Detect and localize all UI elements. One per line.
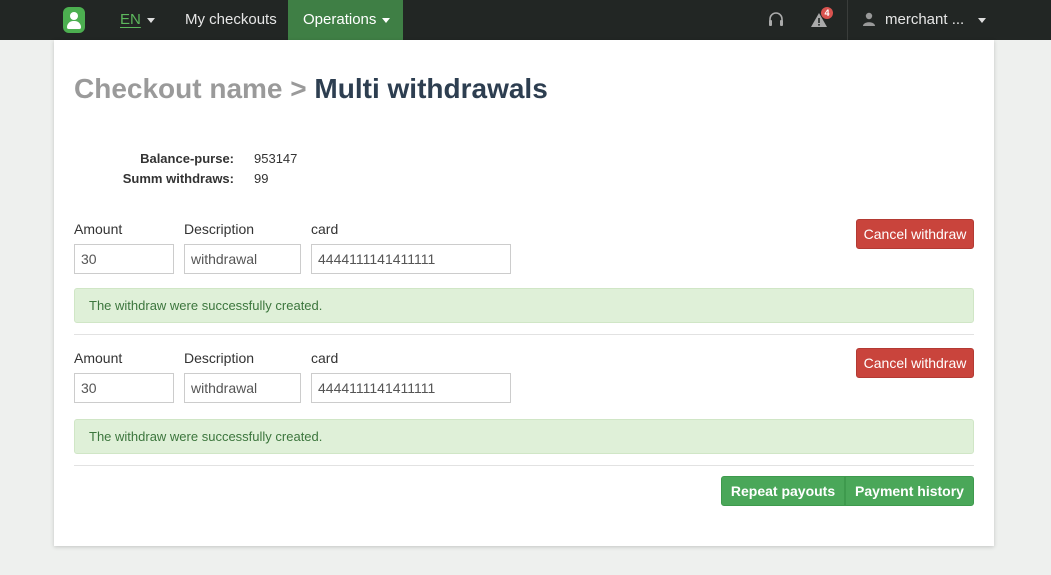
card-label: card [311,350,339,366]
logo-icon[interactable] [63,7,85,33]
breadcrumb-separator: > [290,73,307,104]
top-navbar: EN My checkouts Operations 4 merchant ..… [0,0,1051,40]
chevron-down-icon [147,18,155,23]
breadcrumb-checkout[interactable]: Checkout name [74,73,283,104]
balance-value: 953147 [254,151,298,166]
amount-input[interactable] [74,244,174,274]
amount-label: Amount [74,350,123,366]
chevron-down-icon [382,17,391,23]
success-alert: The withdraw were successfully created. [74,288,974,323]
divider [74,334,974,335]
card-input[interactable] [311,244,511,274]
page-title: Checkout name > Multi withdrawals [74,73,548,105]
cancel-withdraw-button[interactable]: Cancel withdraw [856,348,974,378]
summ-value: 99 [254,171,269,186]
page-heading: Multi withdrawals [314,73,548,104]
nav-my-checkouts[interactable]: My checkouts [185,0,277,40]
description-input[interactable] [184,244,301,274]
success-alert: The withdraw were successfully created. [74,419,974,454]
balance-label: Balance-purse: [140,151,234,166]
notification-badge: 4 [821,7,833,19]
description-label: Description [184,221,255,237]
description-input[interactable] [184,373,301,403]
cancel-withdraw-button[interactable]: Cancel withdraw [856,219,974,249]
chevron-down-icon[interactable] [978,18,986,23]
user-icon [863,12,875,26]
divider [74,465,974,466]
headset-icon[interactable] [768,11,784,29]
nav-operations-label: Operations [303,11,377,28]
main-card: Checkout name > Multi withdrawals Balanc… [54,40,994,546]
nav-divider [847,0,848,40]
user-menu[interactable]: merchant ... [885,11,964,28]
card-label: card [311,221,339,237]
amount-label: Amount [74,221,123,237]
description-label: Description [184,350,255,366]
card-input[interactable] [311,373,511,403]
language-selector[interactable]: EN [120,11,141,28]
amount-input[interactable] [74,373,174,403]
summ-label: Summ withdraws: [122,171,234,186]
repeat-payouts-button[interactable]: Repeat payouts [721,476,845,506]
nav-operations[interactable]: Operations [288,0,403,40]
payment-history-button[interactable]: Payment history [845,476,974,506]
